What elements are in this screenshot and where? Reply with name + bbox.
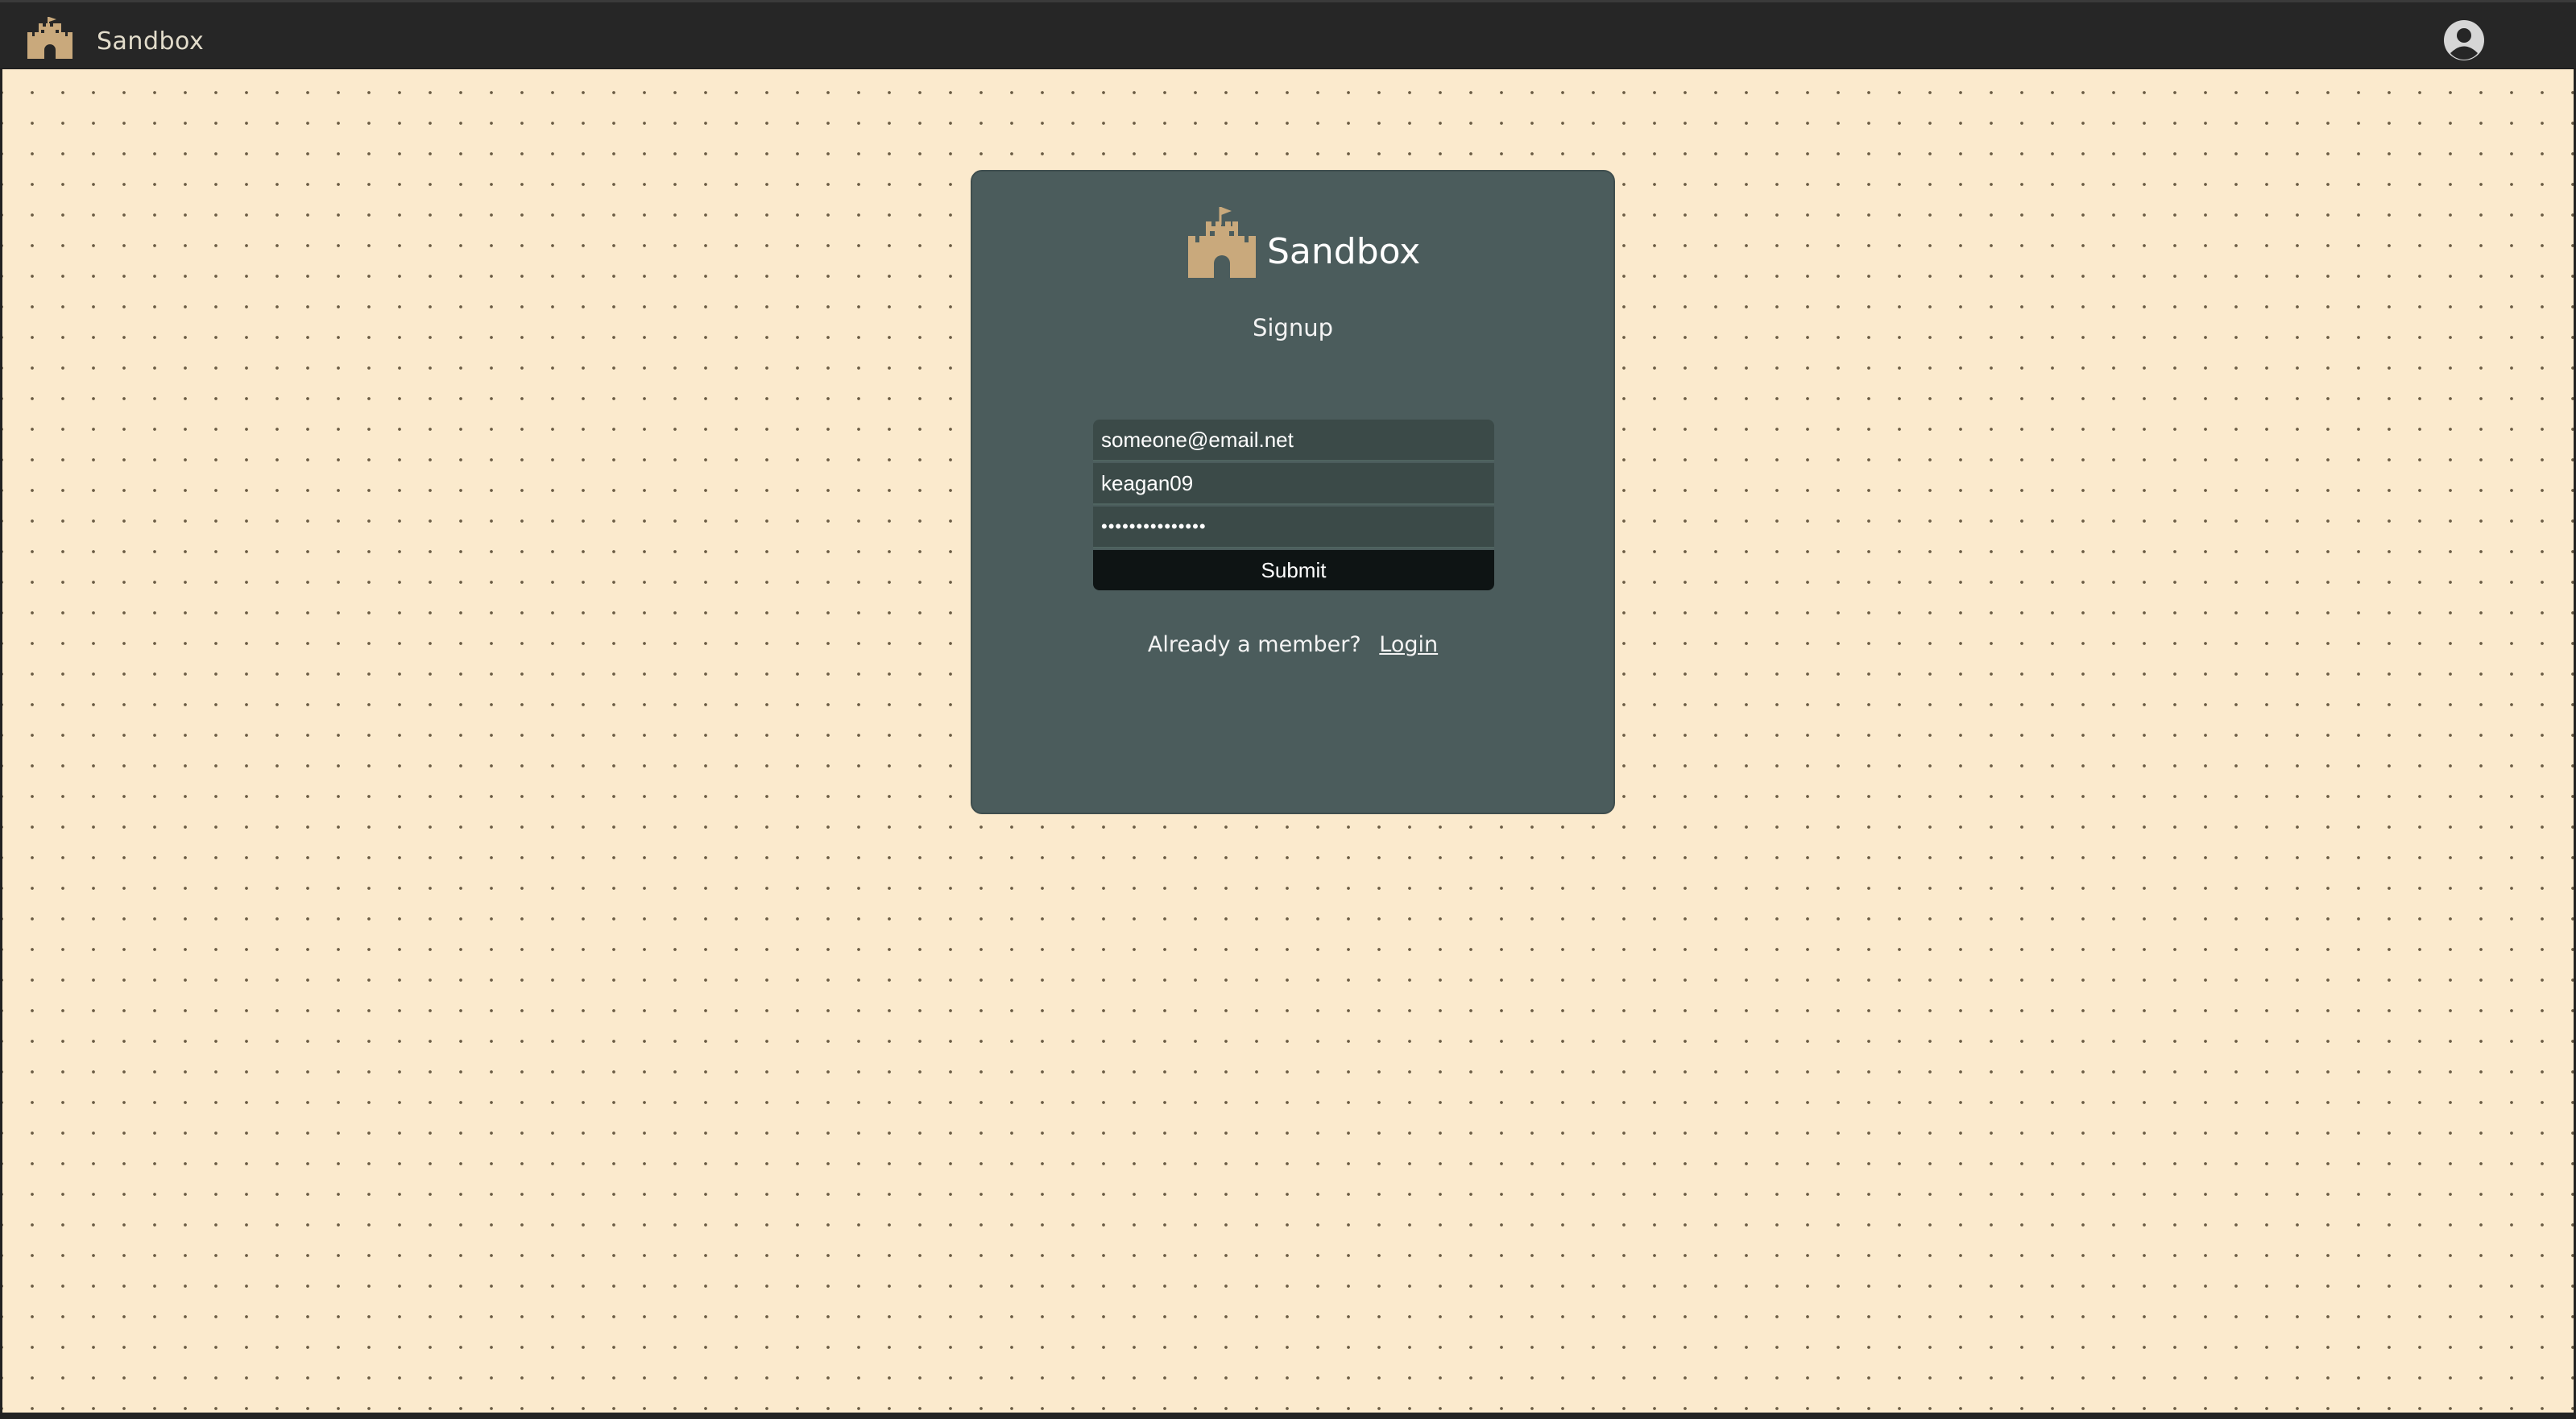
username-field[interactable] bbox=[1093, 463, 1494, 505]
app-window: Sandbox Sandbox Signup someone@email.net… bbox=[0, 0, 2576, 1419]
already-member-text: Already a member? bbox=[1147, 632, 1361, 657]
submit-button[interactable]: Submit bbox=[1093, 550, 1494, 590]
email-field[interactable] bbox=[1093, 420, 1494, 461]
card-title: Sandbox bbox=[1267, 231, 1421, 272]
castle-icon[interactable] bbox=[24, 12, 76, 64]
page-canvas: Sandbox Signup Submit Already a member? … bbox=[2, 69, 2574, 1413]
signup-card: Sandbox Signup Submit Already a member? … bbox=[971, 170, 1615, 814]
login-link[interactable]: Login bbox=[1379, 632, 1438, 657]
brand-name[interactable]: Sandbox bbox=[97, 30, 204, 54]
password-field[interactable] bbox=[1093, 507, 1494, 548]
form-heading: Signup bbox=[1252, 314, 1334, 341]
top-navbar: Sandbox bbox=[0, 0, 2576, 69]
castle-icon bbox=[1188, 207, 1256, 278]
user-account-icon[interactable] bbox=[2442, 19, 2486, 62]
login-prompt: Already a member? Login bbox=[972, 634, 1613, 656]
